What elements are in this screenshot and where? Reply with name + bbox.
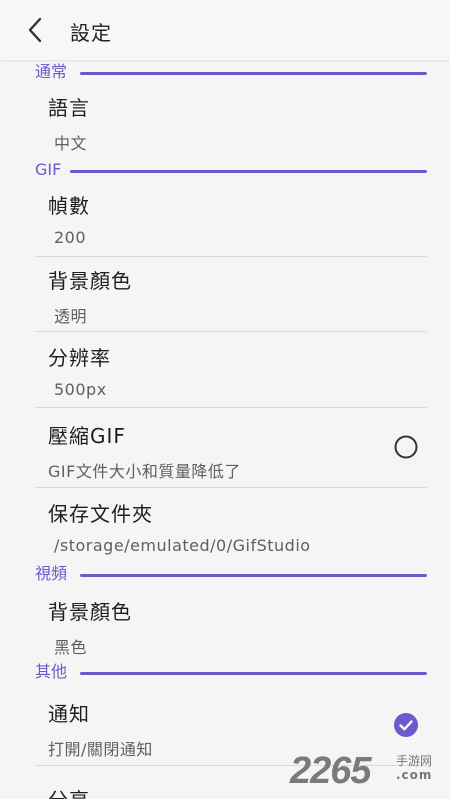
setting-value: 黑色 <box>54 638 88 657</box>
setting-title: 幀數 <box>48 194 90 218</box>
setting-title: 壓縮GIF <box>48 424 126 448</box>
setting-title: 保存文件夾 <box>48 502 153 526</box>
setting-title: 分辨率 <box>48 346 111 370</box>
setting-value: 500px <box>54 380 107 399</box>
section-divider-line <box>80 672 427 675</box>
back-button[interactable] <box>22 14 50 46</box>
setting-gif-background[interactable]: 背景顏色 透明 <box>0 257 450 331</box>
settings-list[interactable]: 通常 語言 中文 GIF 幀數 200 背景顏色 透明 分辨率 500px 壓縮… <box>0 60 450 799</box>
setting-value: 200 <box>54 228 87 247</box>
chevron-left-icon <box>28 17 42 43</box>
setting-value: 透明 <box>54 307 88 326</box>
section-header-video: 視頻 <box>0 564 450 584</box>
section-header-general: 通常 <box>0 62 450 82</box>
watermark-domain: .com <box>396 768 433 782</box>
setting-resolution[interactable]: 分辨率 500px <box>0 332 450 407</box>
setting-video-background[interactable]: 背景顏色 黑色 <box>0 586 450 660</box>
setting-language[interactable]: 語言 中文 <box>0 82 450 156</box>
setting-title: 通知 <box>48 702 90 726</box>
notification-toggle[interactable] <box>394 713 418 737</box>
section-divider-line <box>80 72 427 75</box>
section-label: GIF <box>35 160 62 179</box>
watermark-sub: 手游网 <box>396 754 433 768</box>
watermark-number: 2265 <box>290 750 372 792</box>
setting-value: 中文 <box>54 134 88 153</box>
page-title: 設定 <box>70 21 112 45</box>
setting-title: 分享 <box>48 784 90 799</box>
setting-title: 語言 <box>48 96 90 120</box>
setting-value: 打開/關閉通知 <box>48 740 153 759</box>
checked-circle-icon <box>394 713 418 737</box>
setting-save-folder[interactable]: 保存文件夾 /storage/emulated/0/GifStudio <box>0 488 450 562</box>
setting-value: GIF文件大小和質量降低了 <box>48 462 241 481</box>
setting-frames[interactable]: 幀數 200 <box>0 182 450 256</box>
setting-compress-gif[interactable]: 壓縮GIF GIF文件大小和質量降低了 <box>0 408 450 487</box>
section-label: 通常 <box>35 62 68 81</box>
setting-title: 背景顏色 <box>48 269 132 293</box>
section-label: 其他 <box>35 662 68 681</box>
setting-value: /storage/emulated/0/GifStudio <box>54 536 311 555</box>
unchecked-circle-icon <box>394 435 418 459</box>
section-divider-line <box>70 170 427 173</box>
section-label: 視頻 <box>35 564 68 583</box>
setting-title: 背景顏色 <box>48 600 132 624</box>
compress-toggle[interactable] <box>394 435 418 459</box>
section-header-other: 其他 <box>0 662 450 682</box>
section-header-gif: GIF <box>0 160 450 180</box>
section-divider-line <box>80 574 427 577</box>
app-bar: 設定 <box>0 0 450 60</box>
watermark-logo: 2265 手游网 .com <box>290 744 450 799</box>
